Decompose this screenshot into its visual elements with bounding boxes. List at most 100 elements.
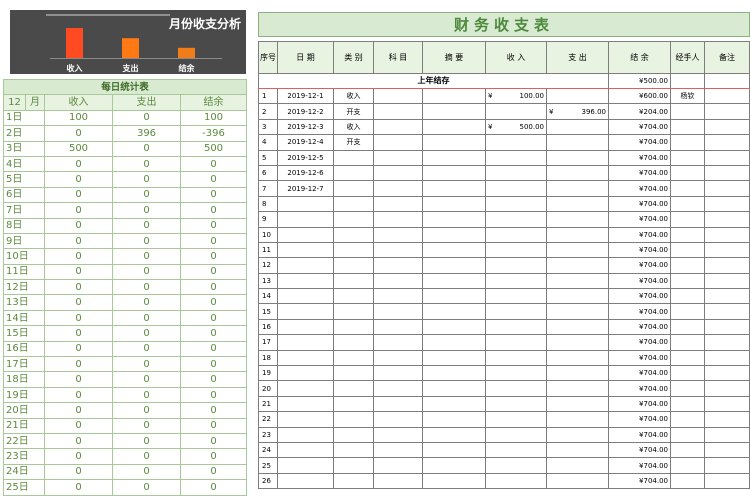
ledger-category-cell[interactable] (333, 164, 374, 182)
daily-income-cell[interactable]: 0 (44, 125, 113, 142)
prev-note-cell[interactable] (703, 73, 750, 89)
daily-income-cell[interactable]: 0 (44, 479, 113, 496)
daily-expense-cell[interactable]: 0 (112, 309, 181, 327)
ledger-summary-cell[interactable] (422, 226, 486, 243)
ledger-expense-cell[interactable] (546, 303, 609, 320)
ledger-category-cell[interactable]: 开支 (333, 134, 374, 151)
ledger-summary-cell[interactable] (422, 118, 486, 136)
ledger-date-cell[interactable] (277, 365, 334, 382)
daily-income-cell[interactable]: 0 (44, 309, 113, 327)
ledger-category-cell[interactable] (333, 241, 374, 259)
ledger-income-cell[interactable] (485, 395, 547, 413)
ledger-summary-cell[interactable] (422, 380, 486, 397)
ledger-summary-cell[interactable] (422, 318, 486, 336)
daily-expense-cell[interactable]: 0 (112, 140, 181, 157)
ledger-date-cell[interactable] (277, 226, 334, 243)
ledger-subject-cell[interactable] (373, 334, 423, 351)
ledger-handler-cell[interactable] (670, 411, 705, 428)
ledger-date-cell[interactable] (277, 457, 334, 474)
ledger-handler-cell[interactable] (670, 334, 705, 351)
ledger-handler-cell[interactable] (670, 226, 705, 243)
ledger-income-cell[interactable]: ¥100.00 (485, 87, 547, 105)
ledger-summary-cell[interactable] (422, 426, 486, 443)
ledger-expense-cell[interactable] (546, 441, 609, 459)
ledger-handler-cell[interactable] (670, 257, 705, 274)
daily-income-cell[interactable]: 0 (44, 171, 113, 188)
ledger-handler-cell[interactable] (670, 272, 705, 290)
ledger-income-cell[interactable] (485, 303, 547, 320)
ledger-income-cell[interactable] (485, 334, 547, 351)
daily-income-cell[interactable]: 0 (44, 202, 113, 219)
ledger-summary-cell[interactable] (422, 241, 486, 259)
ledger-note-cell[interactable] (703, 257, 750, 274)
ledger-summary-cell[interactable] (422, 257, 486, 274)
ledger-summary-cell[interactable] (422, 411, 486, 428)
ledger-expense-cell[interactable] (546, 241, 609, 259)
ledger-handler-cell[interactable] (670, 365, 705, 382)
ledger-expense-cell[interactable] (546, 380, 609, 397)
daily-expense-cell[interactable]: 0 (112, 155, 181, 173)
ledger-expense-cell[interactable] (546, 426, 609, 443)
ledger-note-cell[interactable] (703, 365, 750, 382)
prev-handler-cell[interactable] (670, 73, 705, 89)
ledger-date-cell[interactable] (277, 349, 334, 367)
ledger-category-cell[interactable] (333, 472, 374, 490)
daily-income-cell[interactable]: 0 (44, 248, 113, 265)
ledger-category-cell[interactable]: 开支 (333, 103, 374, 120)
daily-balance-cell[interactable]: 0 (180, 202, 247, 219)
ledger-subject-cell[interactable] (373, 164, 423, 182)
monthly-chart-panel[interactable]: 月份收支分析 收入 支出 结余 (10, 10, 246, 74)
ledger-date-cell[interactable]: 2019-12-2 (277, 103, 334, 120)
ledger-summary-cell[interactable] (422, 164, 486, 182)
ledger-note-cell[interactable] (703, 211, 750, 228)
ledger-expense-cell[interactable] (546, 272, 609, 290)
ledger-date-cell[interactable] (277, 318, 334, 336)
daily-income-cell[interactable]: 0 (44, 186, 113, 204)
ledger-note-cell[interactable] (703, 149, 750, 166)
ledger-income-cell[interactable] (485, 472, 547, 490)
ledger-subject-cell[interactable] (373, 241, 423, 259)
daily-income-cell[interactable]: 0 (44, 356, 113, 373)
ledger-date-cell[interactable]: 2019-12-6 (277, 164, 334, 182)
daily-balance-cell[interactable]: 100 (180, 109, 247, 127)
ledger-date-cell[interactable] (277, 195, 334, 213)
ledger-category-cell[interactable] (333, 149, 374, 166)
daily-income-cell[interactable]: 0 (44, 432, 113, 450)
ledger-note-cell[interactable] (703, 103, 750, 120)
ledger-note-cell[interactable] (703, 318, 750, 336)
ledger-handler-cell[interactable] (670, 103, 705, 120)
daily-expense-cell[interactable]: 0 (112, 186, 181, 204)
daily-expense-cell[interactable]: 0 (112, 325, 181, 342)
ledger-date-cell[interactable] (277, 211, 334, 228)
ledger-expense-cell[interactable] (546, 226, 609, 243)
ledger-note-cell[interactable] (703, 349, 750, 367)
ledger-income-cell[interactable] (485, 318, 547, 336)
ledger-subject-cell[interactable] (373, 303, 423, 320)
ledger-note-cell[interactable] (703, 395, 750, 413)
ledger-expense-cell[interactable] (546, 134, 609, 151)
ledger-handler-cell[interactable] (670, 426, 705, 443)
ledger-subject-cell[interactable] (373, 472, 423, 490)
daily-income-cell[interactable]: 0 (44, 417, 113, 434)
ledger-expense-cell[interactable] (546, 472, 609, 490)
ledger-category-cell[interactable] (333, 272, 374, 290)
daily-income-cell[interactable]: 0 (44, 371, 113, 388)
daily-balance-cell[interactable]: 0 (180, 417, 247, 434)
daily-balance-cell[interactable]: 0 (180, 325, 247, 342)
ledger-income-cell[interactable] (485, 164, 547, 182)
daily-balance-cell[interactable]: 0 (180, 263, 247, 281)
daily-balance-cell[interactable]: 0 (180, 371, 247, 388)
ledger-subject-cell[interactable] (373, 103, 423, 120)
ledger-date-cell[interactable] (277, 411, 334, 428)
ledger-subject-cell[interactable] (373, 411, 423, 428)
ledger-subject-cell[interactable] (373, 426, 423, 443)
ledger-summary-cell[interactable] (422, 211, 486, 228)
ledger-date-cell[interactable]: 2019-12-4 (277, 134, 334, 151)
ledger-subject-cell[interactable] (373, 380, 423, 397)
ledger-summary-cell[interactable] (422, 103, 486, 120)
ledger-summary-cell[interactable] (422, 472, 486, 490)
ledger-income-cell[interactable] (485, 441, 547, 459)
ledger-expense-cell[interactable] (546, 457, 609, 474)
daily-expense-cell[interactable]: 0 (112, 432, 181, 450)
ledger-expense-cell[interactable] (546, 257, 609, 274)
